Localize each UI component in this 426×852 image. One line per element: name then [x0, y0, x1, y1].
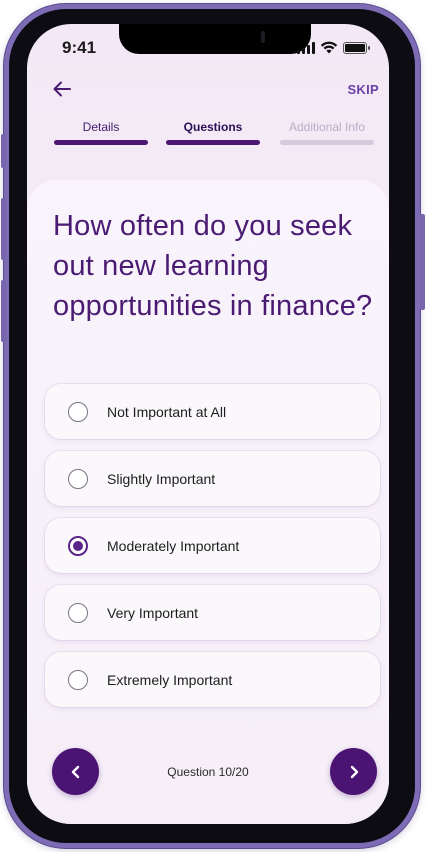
step-bar — [54, 140, 148, 145]
radio-icon[interactable] — [68, 402, 88, 422]
radio-icon[interactable] — [68, 469, 88, 489]
option-very-important[interactable]: Very Important — [45, 585, 380, 640]
progress-steps: Details Questions Additional Info — [54, 118, 374, 150]
option-label: Not Important at All — [107, 403, 227, 420]
step-label: Additional Info — [288, 120, 366, 134]
answer-options: Not Important at All Slightly Important … — [45, 384, 380, 719]
step-label: Details — [82, 120, 120, 134]
side-button-power — [420, 214, 425, 310]
wifi-icon — [320, 41, 338, 54]
option-moderately-important[interactable]: Moderately Important — [45, 518, 380, 573]
step-bar — [166, 140, 260, 145]
side-button-volume-up — [1, 198, 6, 260]
next-question-button[interactable] — [330, 748, 377, 795]
radio-icon[interactable] — [68, 603, 88, 623]
skip-button[interactable]: SKIP — [347, 82, 379, 97]
app-screen: 9:41 SKIP Details Questions Additional I… — [27, 24, 389, 824]
chevron-right-icon — [350, 765, 358, 778]
arrow-left-icon — [53, 81, 71, 97]
step-additional-info[interactable]: Additional Info — [280, 118, 374, 145]
radio-icon[interactable] — [68, 670, 88, 690]
side-button-mute — [1, 134, 6, 168]
step-bar — [280, 140, 374, 145]
notch — [119, 24, 311, 54]
battery-icon — [343, 41, 370, 54]
step-label: Questions — [183, 120, 243, 134]
status-time: 9:41 — [62, 38, 97, 57]
side-button-volume-down — [1, 280, 6, 342]
back-button[interactable] — [49, 78, 75, 100]
option-label: Very Important — [107, 604, 199, 621]
status-icons — [297, 41, 370, 54]
cellular-signal-icon — [297, 41, 315, 54]
option-label: Slightly Important — [107, 470, 216, 487]
camera-dot — [261, 31, 265, 43]
option-label: Moderately Important — [107, 537, 240, 554]
step-details[interactable]: Details — [54, 118, 148, 145]
option-not-important[interactable]: Not Important at All — [45, 384, 380, 439]
option-slightly-important[interactable]: Slightly Important — [45, 451, 380, 506]
option-extremely-important[interactable]: Extremely Important — [45, 652, 380, 707]
radio-checked-icon[interactable] — [68, 536, 88, 556]
question-text: How often do you seek out new learning o… — [53, 210, 373, 322]
option-label: Extremely Important — [107, 671, 233, 688]
step-questions[interactable]: Questions — [166, 118, 260, 145]
